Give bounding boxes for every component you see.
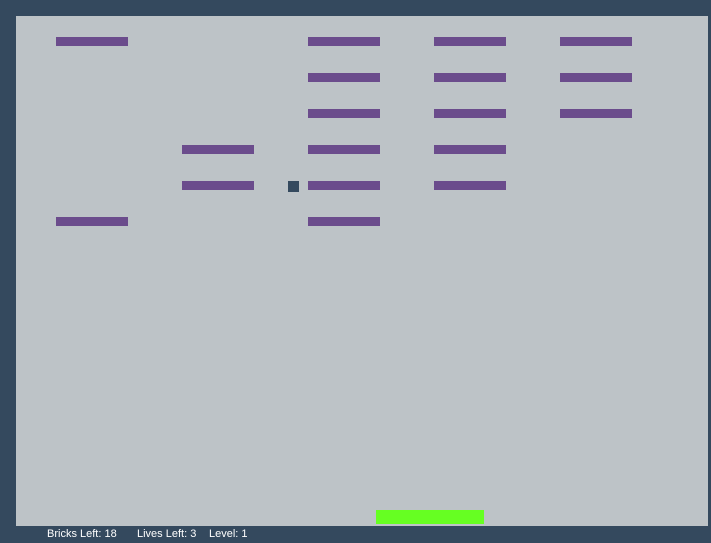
brick xyxy=(560,109,632,118)
brick xyxy=(308,73,380,82)
bricks-left-readout: Bricks Left: 18 xyxy=(47,527,117,542)
brick xyxy=(560,73,632,82)
brick xyxy=(434,181,506,190)
bricks-left-value: 18 xyxy=(104,528,117,540)
status-bar: Bricks Left: 18 Lives Left: 3 Level: 1 xyxy=(0,526,711,543)
brick xyxy=(56,217,128,226)
brick xyxy=(434,109,506,118)
game-frame: Bricks Left: 18 Lives Left: 3 Level: 1 xyxy=(0,0,711,543)
ball xyxy=(288,181,299,192)
lives-left-value: 3 xyxy=(190,528,197,540)
lives-left-readout: Lives Left: 3 xyxy=(137,527,196,542)
brick xyxy=(308,217,380,226)
brick xyxy=(308,145,380,154)
brick xyxy=(560,37,632,46)
brick xyxy=(434,145,506,154)
bricks-left-label: Bricks Left: xyxy=(47,528,102,540)
level-label: Level: xyxy=(209,528,239,540)
lives-left-label: Lives Left: xyxy=(137,528,188,540)
brick xyxy=(434,73,506,82)
level-value: 1 xyxy=(241,528,248,540)
level-readout: Level: 1 xyxy=(209,527,248,542)
brick xyxy=(434,37,506,46)
brick xyxy=(308,37,380,46)
brick xyxy=(308,181,380,190)
brick xyxy=(308,109,380,118)
brick xyxy=(56,37,128,46)
paddle[interactable] xyxy=(376,510,484,524)
brick xyxy=(182,145,254,154)
brick xyxy=(182,181,254,190)
playfield[interactable] xyxy=(16,16,708,526)
